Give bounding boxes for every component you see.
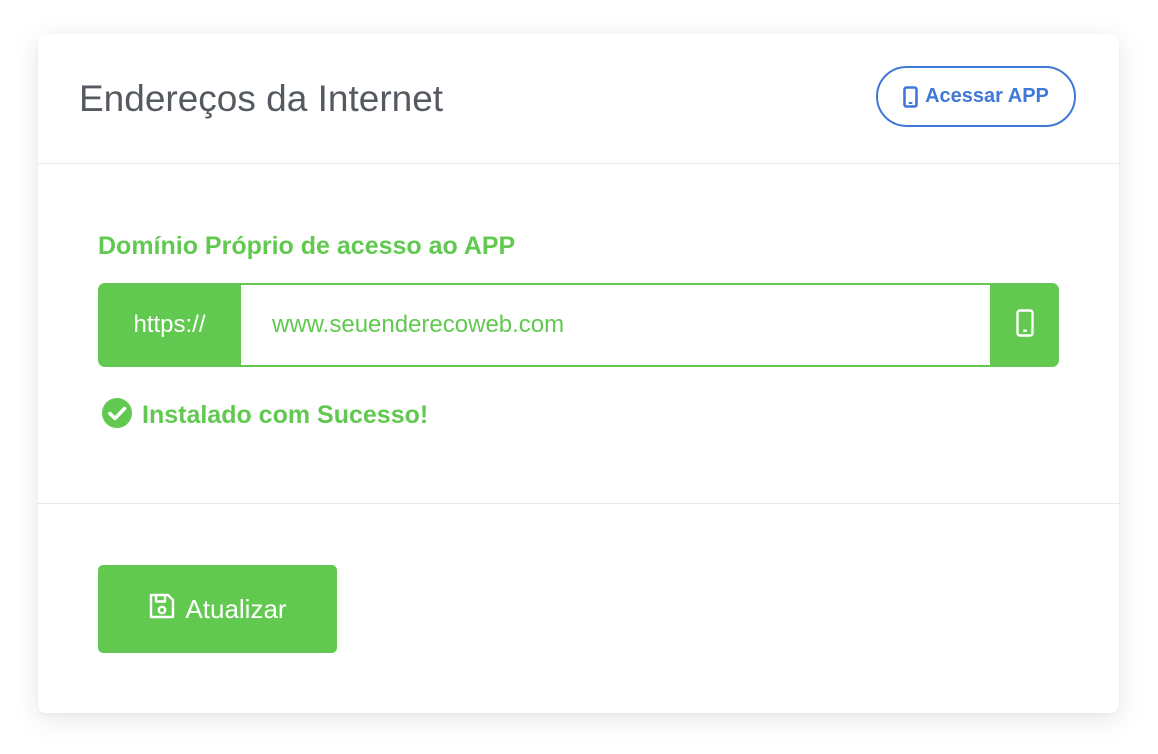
mobile-phone-icon	[1015, 308, 1034, 342]
internet-addresses-card: Endereços da Internet Acessar APP Domíni…	[38, 34, 1119, 713]
protocol-prefix: https://	[98, 283, 241, 367]
domain-section: Domínio Próprio de acesso ao APP https:/…	[38, 164, 1119, 504]
page-title: Endereços da Internet	[79, 78, 444, 119]
access-app-button-label: Acessar APP	[925, 85, 1049, 107]
update-button[interactable]: Atualizar	[98, 565, 337, 653]
domain-field-label: Domínio Próprio de acesso ao APP	[98, 232, 516, 260]
status-message: Instalado com Sucesso!	[102, 398, 428, 433]
status-text: Instalado com Sucesso!	[142, 401, 429, 429]
open-app-addon-button[interactable]	[990, 283, 1059, 367]
card-header: Endereços da Internet Acessar APP	[38, 34, 1119, 164]
access-app-button[interactable]: Acessar APP	[876, 66, 1076, 127]
check-circle-icon	[102, 398, 132, 433]
mobile-phone-icon	[903, 85, 918, 108]
domain-input-group: https://	[98, 283, 1059, 367]
domain-input[interactable]	[241, 283, 990, 367]
floppy-disk-icon	[148, 592, 176, 627]
update-button-label: Atualizar	[185, 593, 287, 624]
